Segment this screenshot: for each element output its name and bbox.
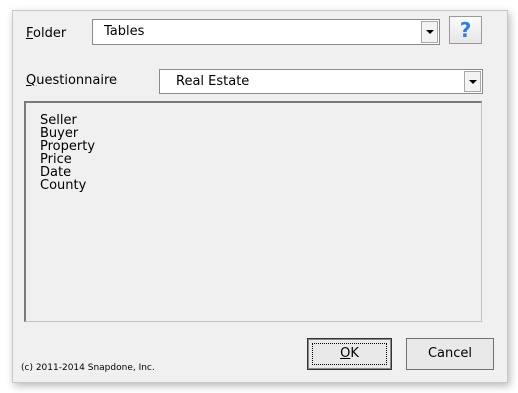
- questionnaire-label-rest: uestionnaire: [36, 73, 118, 88]
- questionnaire-value: Real Estate: [176, 74, 250, 89]
- focus-rectangle: [312, 343, 387, 365]
- ok-button[interactable]: OK: [307, 338, 392, 370]
- fields-listbox[interactable]: Seller Buyer Property Price Date County: [24, 101, 482, 322]
- folder-dropdown[interactable]: Tables: [92, 19, 440, 45]
- copyright-text: (c) 2011-2014 Snapdone, Inc.: [21, 363, 155, 373]
- folder-dropdown-arrow-icon[interactable]: [421, 21, 438, 43]
- folder-label-rest: older: [33, 26, 67, 41]
- folder-label: Folder: [26, 26, 66, 42]
- questionnaire-dropdown-arrow-icon[interactable]: [464, 71, 481, 92]
- list-item[interactable]: County: [40, 179, 86, 192]
- questionnaire-label: Questionnaire: [26, 73, 117, 89]
- cancel-button[interactable]: Cancel: [406, 338, 494, 370]
- help-button[interactable]: ?: [449, 16, 482, 44]
- folder-label-accel: F: [26, 26, 34, 41]
- help-question-icon: ?: [459, 18, 472, 42]
- folder-value: Tables: [104, 24, 145, 39]
- questionnaire-label-accel: Q: [26, 73, 37, 88]
- questionnaire-dropdown[interactable]: Real Estate: [159, 69, 483, 94]
